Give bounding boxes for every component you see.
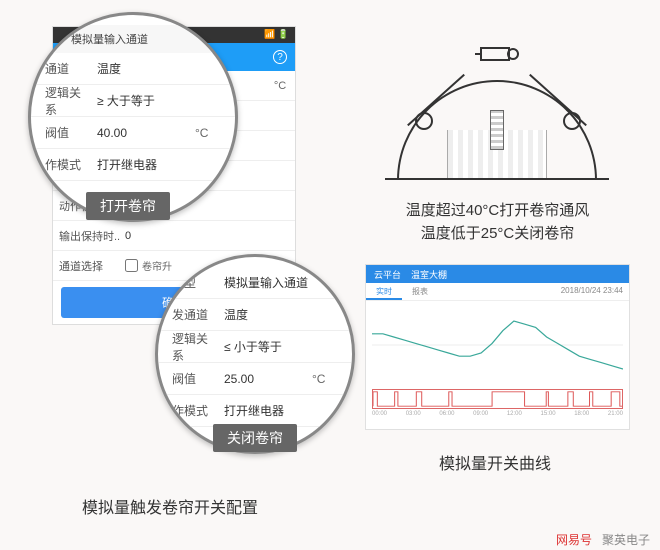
chart-date: 2018/10/24 23:44	[551, 283, 629, 300]
mag2-caption: 关闭卷帘	[213, 424, 297, 452]
chart-bar-item[interactable]: 云平台	[374, 268, 401, 281]
status-icons: 📶 🔋	[264, 29, 289, 39]
mag1-header: 模拟量输入通道	[31, 25, 235, 53]
footer-site[interactable]: 网易号	[556, 531, 592, 548]
chart-panel: 云平台 温室大棚 实时 报表 2018/10/24 23:44 00:0003:…	[365, 264, 630, 430]
line-plot	[372, 305, 623, 385]
tab-report[interactable]: 报表	[402, 283, 438, 300]
mag1-row-logic: 逻辑关系≥ 大于等于	[31, 85, 235, 117]
mag1-row-channel: 通道温度	[31, 53, 235, 85]
mag1-caption: 打开卷帘	[86, 192, 170, 220]
tab-realtime[interactable]: 实时	[366, 283, 402, 300]
mag2-row-threshold: 阀值25.00°C	[158, 363, 352, 395]
mag2-row-type: 类型模拟量输入通道	[158, 267, 352, 299]
mag1-row-mode: 作模式打开继电器	[31, 149, 235, 181]
checkbox-curtain-up[interactable]	[125, 259, 138, 272]
desc-line2: 温度低于25°C关闭卷帘	[370, 223, 625, 246]
desc-line1: 温度超过40°C打开卷帘通风	[370, 200, 625, 223]
chart-bar-item[interactable]: 温室大棚	[411, 268, 447, 281]
sensor-icon	[490, 110, 504, 150]
mag2-row-mode: 作模式打开继电器	[158, 395, 352, 427]
page-footer: 网易号 聚英电子	[0, 528, 660, 550]
help-icon[interactable]: ?	[273, 50, 287, 64]
mag2-row-channel: 发通道温度	[158, 299, 352, 331]
greenhouse-diagram	[375, 30, 620, 180]
x-ticks: 00:0003:0006:0009:0012:0015:0018:0021:00	[366, 411, 629, 417]
caption-left: 模拟量触发卷帘开关配置	[70, 494, 270, 518]
magnifier-open-curtain: 模拟量输入通道 通道温度 逻辑关系≥ 大于等于 阀值40.00°C 作模式打开继…	[28, 12, 238, 222]
caption-right: 模拟量开关曲线	[405, 450, 585, 474]
footer-source[interactable]: 聚英电子	[602, 531, 650, 548]
row-hold-time[interactable]: 输出保持时..0	[53, 221, 295, 251]
mag2-row-logic: 逻辑关系≤ 小于等于	[158, 331, 352, 363]
rule-description: 温度超过40°C打开卷帘通风 温度低于25°C关闭卷帘	[370, 200, 625, 245]
relay-plot	[372, 389, 623, 409]
ground-line	[385, 178, 609, 180]
motor-icon	[475, 40, 519, 66]
mag1-row-threshold: 阀值40.00°C	[31, 117, 235, 149]
chart-titlebar: 云平台 温室大棚	[366, 265, 629, 283]
chart-tabs: 实时 报表 2018/10/24 23:44	[366, 283, 629, 301]
